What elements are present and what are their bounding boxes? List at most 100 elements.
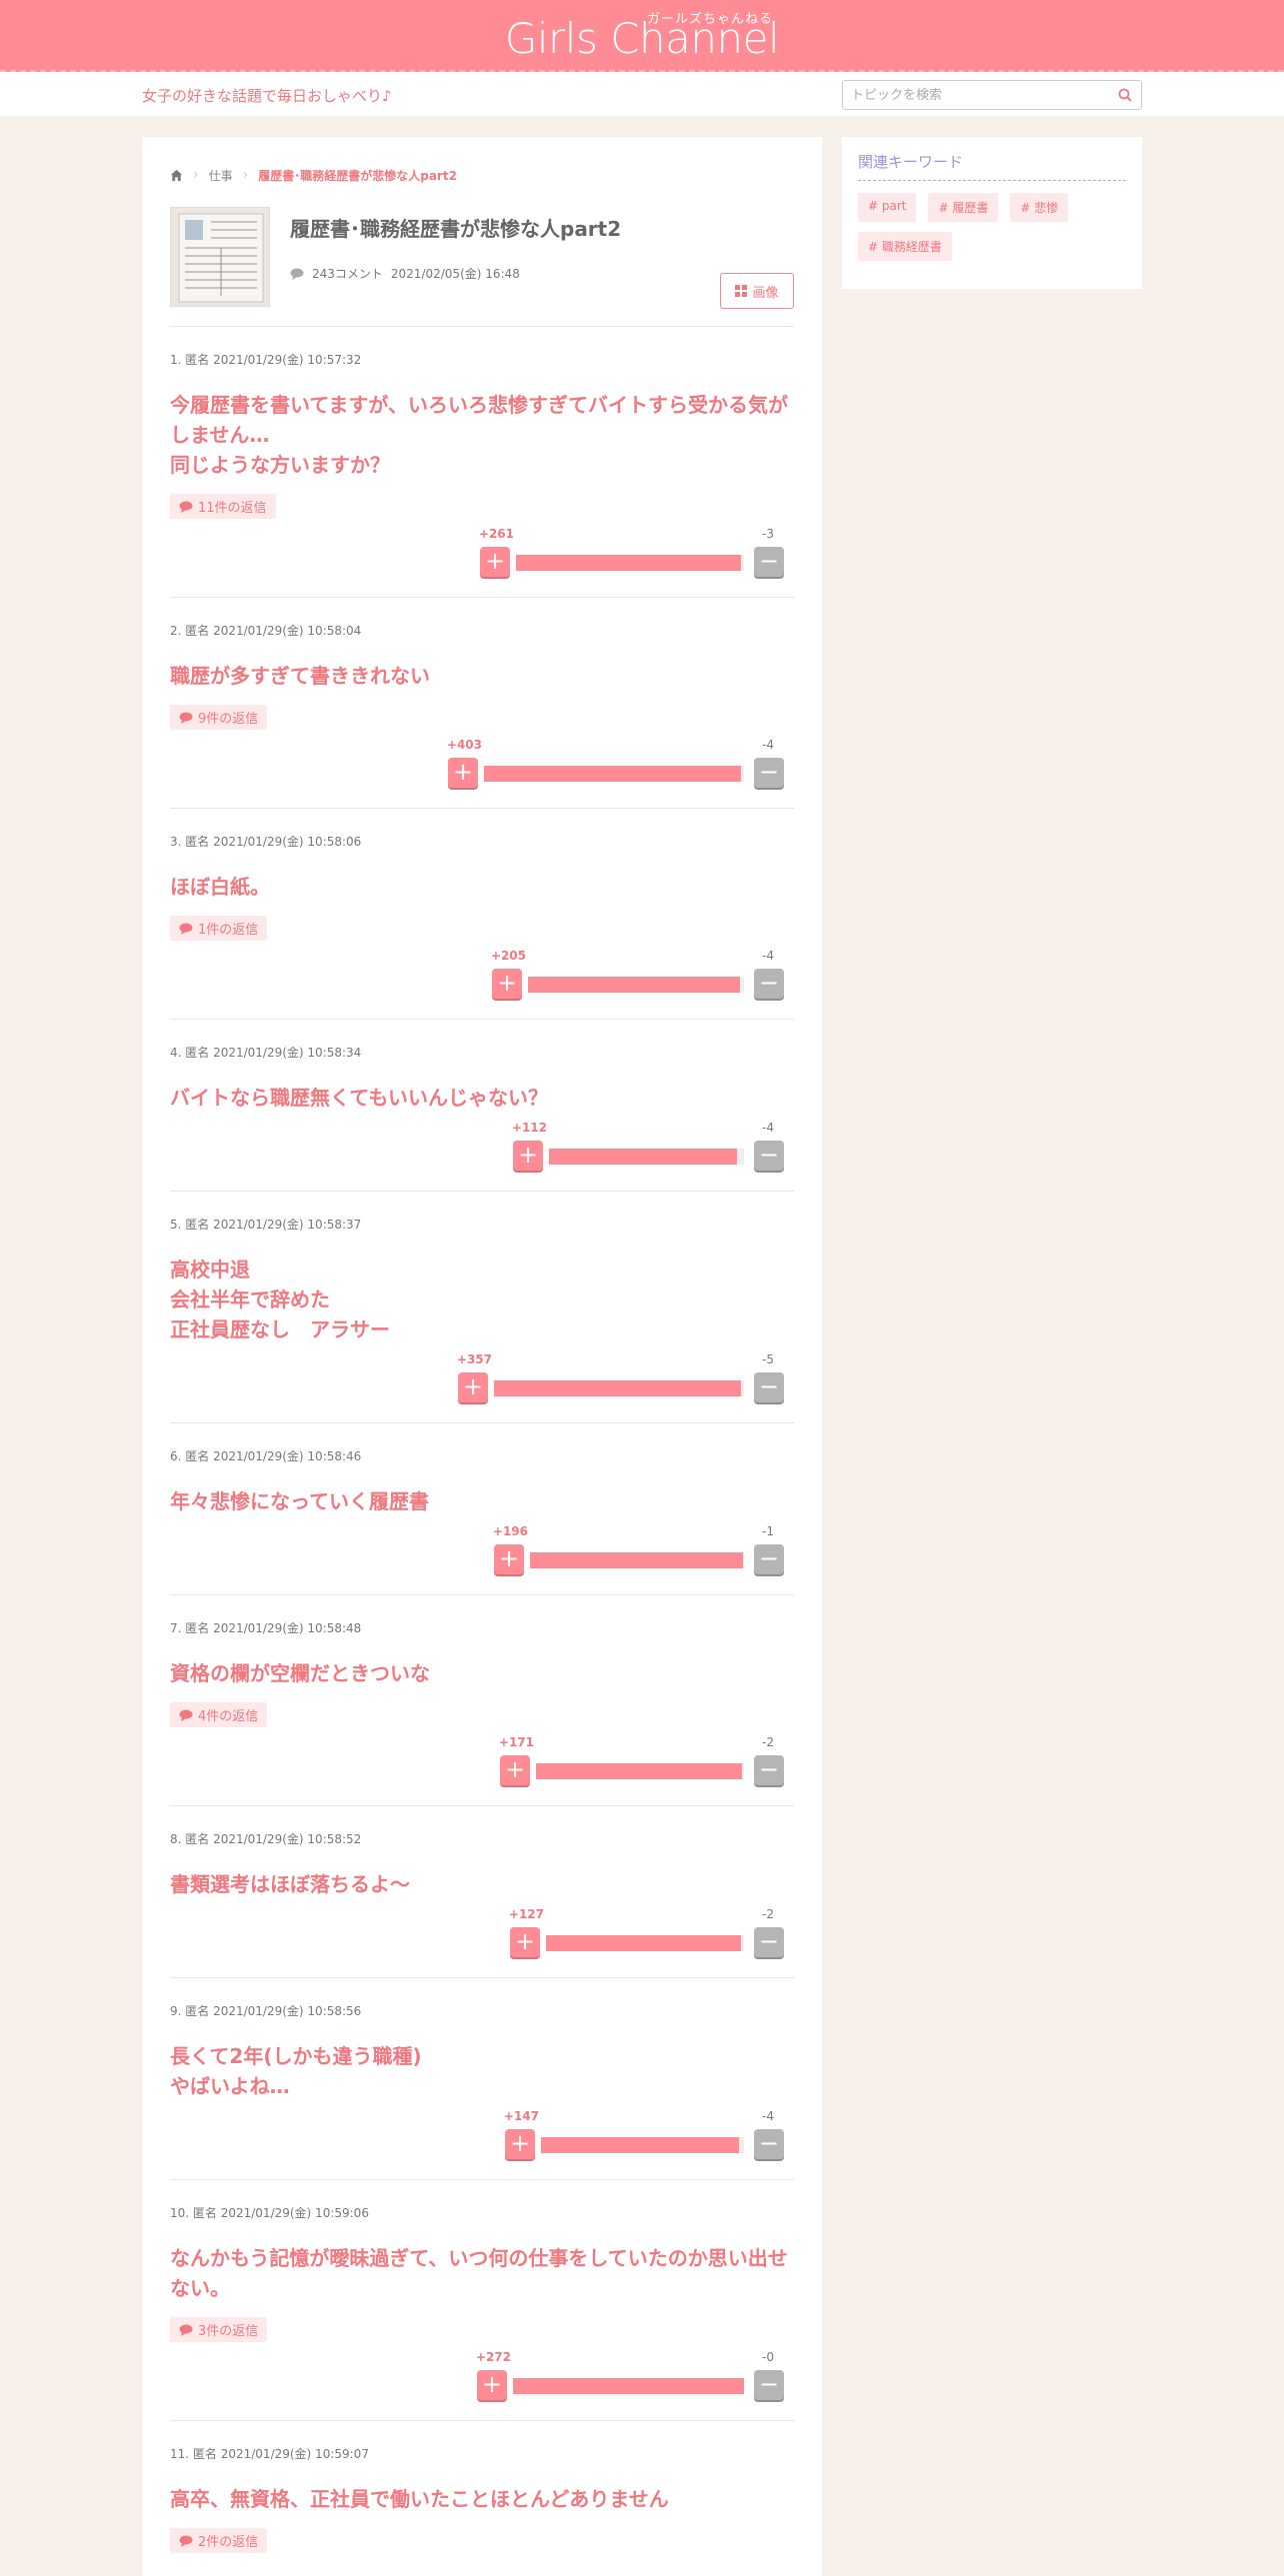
topic-meta: 243コメント 2021/02/05(金) 16:48	[290, 265, 520, 282]
comment-body: ほぼ白紙。	[170, 875, 270, 899]
comment-header: 9. 匿名 2021/01/29(金) 10:58:56	[170, 2004, 362, 2018]
plus-count: +127	[508, 1907, 544, 1921]
comment-header: 4. 匿名 2021/01/29(金) 10:58:34	[170, 1046, 362, 1060]
minus-vote-button[interactable]: −	[754, 1927, 784, 1957]
vote-area: +403 -4 + −	[170, 730, 794, 808]
minus-vote-button[interactable]: −	[754, 1755, 784, 1785]
minus-vote-button[interactable]: −	[754, 547, 784, 577]
minus-count: -4	[762, 738, 774, 752]
vote-ratio-fill	[494, 1380, 741, 1396]
vote-ratio-fill	[536, 1763, 742, 1779]
reply-bubble-icon	[179, 712, 193, 724]
plus-vote-button[interactable]: +	[477, 2370, 507, 2400]
keyword-list: # part # 履歴書 # 悲惨 # 職務経歴書	[858, 193, 1126, 261]
comment-body: 資格の欄が空欄だときついな	[170, 1661, 430, 1685]
minus-vote-button[interactable]: −	[754, 1544, 784, 1574]
breadcrumb-category[interactable]: 仕事	[209, 167, 233, 184]
chevron-right-icon: ›	[242, 167, 249, 183]
vote-ratio-fill	[549, 1149, 738, 1165]
comment-body: 高校中退 会社半年で辞めた 正社員歴なし アラサー	[170, 1258, 390, 1341]
minus-vote-button[interactable]: −	[754, 1372, 784, 1402]
comment-bubble-icon	[290, 268, 304, 280]
plus-count: +171	[498, 1735, 534, 1749]
minus-vote-button[interactable]: −	[754, 2370, 784, 2400]
vote-ratio-bar	[528, 977, 744, 993]
vote-ratio-bar	[513, 2378, 744, 2394]
home-icon[interactable]	[170, 169, 183, 182]
vote-ratio-bar	[516, 555, 744, 571]
reply-count-button[interactable]: 2件の返信	[170, 2528, 268, 2553]
keyword-tag[interactable]: # 職務経歴書	[858, 232, 952, 261]
minus-count: -2	[762, 1907, 774, 1921]
plus-count: +261	[478, 527, 514, 541]
comment-item: 3. 匿名 2021/01/29(金) 10:58:06 ほぼ白紙。 1件の返信 +2…	[170, 809, 794, 1020]
minus-vote-button[interactable]: −	[754, 758, 784, 788]
minus-count: -0	[762, 2350, 774, 2364]
topic-thumbnail[interactable]	[170, 207, 270, 307]
keyword-tag[interactable]: # part	[858, 193, 917, 222]
comment-item: 10. 匿名 2021/01/29(金) 10:59:06 なんかもう記憶が曖昧過…	[170, 2180, 794, 2421]
plus-count: +403	[446, 738, 482, 752]
reply-count-label: 3件の返信	[198, 2324, 259, 2339]
logo-text: Girls Channel	[504, 14, 780, 63]
comment-body: バイトなら職歴無くてもいいんじゃない？	[170, 1086, 548, 1110]
minus-vote-button[interactable]: −	[754, 969, 784, 999]
plus-vote-button[interactable]: +	[492, 969, 522, 999]
reply-count-label: 9件の返信	[198, 712, 259, 727]
reply-count-button[interactable]: 3件の返信	[170, 2317, 268, 2342]
minus-vote-button[interactable]: −	[754, 1141, 784, 1171]
comment-body: なんかもう記憶が曖昧過ぎて、いつ何の仕事をしていたのか思い出せない。	[170, 2246, 788, 2300]
reply-count-label: 11件の返信	[198, 501, 267, 516]
plus-vote-button[interactable]: +	[510, 1927, 540, 1957]
minus-count: -5	[762, 1352, 774, 1366]
vote-ratio-fill	[528, 977, 740, 993]
minus-count: -1	[762, 1524, 774, 1538]
vote-ratio-fill	[516, 555, 742, 571]
comment-item: 8. 匿名 2021/01/29(金) 10:58:52 書類選考はほぼ落ちるよ〜…	[170, 1806, 794, 1978]
comment-header: 6. 匿名 2021/01/29(金) 10:58:46	[170, 1449, 362, 1463]
sidebar-title: 関連キーワード	[858, 151, 1126, 181]
reply-count-button[interactable]: 9件の返信	[170, 705, 268, 730]
comment-header: 2. 匿名 2021/01/29(金) 10:58:04	[170, 624, 362, 638]
reply-count-button[interactable]: 1件の返信	[170, 916, 268, 941]
keyword-tag[interactable]: # 悲惨	[1010, 193, 1069, 222]
vote-area: +272 -0 + −	[170, 2342, 794, 2420]
comment-header: 1. 匿名 2021/01/29(金) 10:57:32	[170, 353, 362, 367]
reply-count-button[interactable]: 4件の返信	[170, 1702, 268, 1727]
minus-vote-button[interactable]: −	[754, 2129, 784, 2159]
search-input[interactable]	[843, 81, 1103, 109]
site-logo[interactable]: ガールズちゃんねる Girls Channel	[0, 0, 1284, 72]
plus-count: +357	[456, 1352, 492, 1366]
vote-ratio-bar	[494, 1380, 744, 1396]
main-content: › 仕事 › 履歴書･職務経歴書が悲惨な人part2 履歴書･職務経歴書が悲惨な…	[142, 137, 822, 2576]
reply-bubble-icon	[179, 501, 193, 513]
chevron-right-icon: ›	[193, 167, 199, 183]
plus-vote-button[interactable]: +	[458, 1372, 488, 1402]
minus-count: -3	[762, 527, 774, 541]
search-icon[interactable]	[1117, 87, 1133, 103]
plus-count: +112	[511, 1121, 547, 1135]
plus-vote-button[interactable]: +	[480, 547, 510, 577]
vote-ratio-fill	[530, 1552, 743, 1568]
site-header: ガールズちゃんねる Girls Channel	[0, 0, 1284, 72]
vote-ratio-bar	[541, 2137, 744, 2153]
keyword-tag[interactable]: # 履歴書	[928, 193, 999, 222]
plus-vote-button[interactable]: +	[494, 1544, 524, 1574]
plus-vote-button[interactable]: +	[505, 2129, 535, 2159]
grid-icon	[735, 285, 748, 297]
vote-area: +205 -4 + −	[170, 941, 794, 1019]
comment-count: 243コメント	[312, 267, 383, 281]
vote-ratio-fill	[546, 1935, 741, 1951]
vote-area: +196 -1 + −	[170, 1516, 794, 1594]
reply-count-button[interactable]: 11件の返信	[170, 494, 276, 519]
comment-header: 7. 匿名 2021/01/29(金) 10:58:48	[170, 1621, 362, 1635]
vote-area: +147 -4 + −	[170, 2101, 794, 2179]
breadcrumb-current: 履歴書･職務経歴書が悲惨な人part2	[258, 168, 457, 183]
plus-vote-button[interactable]: +	[513, 1141, 543, 1171]
plus-vote-button[interactable]: +	[500, 1755, 530, 1785]
plus-vote-button[interactable]: +	[448, 758, 478, 788]
comment-body: 年々悲惨になっていく履歴書	[170, 1489, 429, 1513]
comment-item: 9. 匿名 2021/01/29(金) 10:58:56 長くて2年(しかも違う職…	[170, 1978, 794, 2180]
image-button[interactable]: 画像	[720, 273, 794, 309]
minus-count: -4	[762, 949, 774, 963]
